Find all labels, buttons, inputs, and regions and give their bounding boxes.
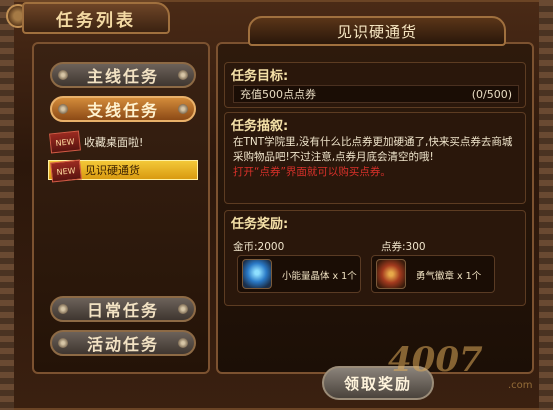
goal-progress: (0/500) <box>471 87 512 101</box>
goal-text: 充值500点点券 <box>240 88 316 101</box>
reward-name: 勇气徽章 x 1个 <box>416 271 482 282</box>
desc-body: 在TNT学院里,没有什么比点券更加硬通了,快来买点券去商城采购物品吧!不过注意,… <box>233 135 519 180</box>
knob-icon <box>178 104 188 114</box>
reward-item[interactable]: 小能量晶体 x 1个 <box>237 255 361 293</box>
goal-bar: 充值500点点券 (0/500) <box>233 85 519 103</box>
knob-icon <box>178 338 188 348</box>
quest-detail-title: 见识硬通货 <box>248 16 506 46</box>
tab-label: 日常任务 <box>86 301 159 320</box>
tab-label: 主线任务 <box>86 67 159 86</box>
tab-event-quest[interactable]: 活动任务 <box>50 330 196 356</box>
crystal-icon <box>242 259 272 289</box>
knob-icon <box>58 338 68 348</box>
reward-item[interactable]: 勇气徽章 x 1个 <box>371 255 495 293</box>
tab-main-quest[interactable]: 主线任务 <box>50 62 196 88</box>
quest-label: 收藏桌面啦! <box>84 136 144 149</box>
quest-label: 见识硬通货 <box>85 164 140 177</box>
quest-item-selected[interactable]: NEW 见识硬通货 <box>48 159 198 183</box>
desc-title: 任务描叙: <box>231 119 289 134</box>
goal-title: 任务目标: <box>231 69 289 84</box>
desc-text: 在TNT学院里,没有什么比点券更加硬通了,快来买点券去商城采购物品吧!不过注意,… <box>233 136 513 163</box>
knob-icon <box>58 304 68 314</box>
left-decor <box>0 0 14 410</box>
quest-item[interactable]: NEW 收藏桌面啦! <box>48 130 198 154</box>
right-decor <box>539 0 553 410</box>
reward-name: 小能量晶体 x 1个 <box>282 271 357 282</box>
goal-section: 任务目标: 充值500点点券 (0/500) <box>224 62 526 108</box>
watermark-domain: .com <box>508 380 533 391</box>
knob-icon <box>178 304 188 314</box>
knob-icon <box>178 70 188 80</box>
medal-icon <box>376 259 406 289</box>
quest-list-panel: 主线任务 支线任务 NEW 收藏桌面啦! NEW 见识硬通货 日常任务 活动任务 <box>32 42 210 374</box>
desc-section: 任务描叙: 在TNT学院里,没有什么比点券更加硬通了,快来买点券去商城采购物品吧… <box>224 112 526 204</box>
quest-badge-icon: NEW <box>50 159 82 183</box>
window-title: 任务列表 <box>22 2 170 34</box>
knob-icon <box>58 70 68 80</box>
gold-reward: 金币:2000 <box>233 241 285 253</box>
reward-section: 任务奖励: 金币:2000 点券:300 小能量晶体 x 1个 勇气徽章 x 1… <box>224 210 526 306</box>
reward-title: 任务奖励: <box>231 217 289 232</box>
tab-daily-quest[interactable]: 日常任务 <box>50 296 196 322</box>
knob-icon <box>58 104 68 114</box>
coupon-reward: 点券:300 <box>381 241 426 253</box>
tab-side-quest[interactable]: 支线任务 <box>50 96 196 122</box>
tab-label: 支线任务 <box>86 101 159 120</box>
quest-badge-icon: NEW <box>49 130 81 154</box>
watermark-logo: 4007 <box>388 340 483 380</box>
tab-label: 活动任务 <box>86 335 159 354</box>
desc-hint: 打开“点券”界面就可以购买点券。 <box>233 166 391 178</box>
